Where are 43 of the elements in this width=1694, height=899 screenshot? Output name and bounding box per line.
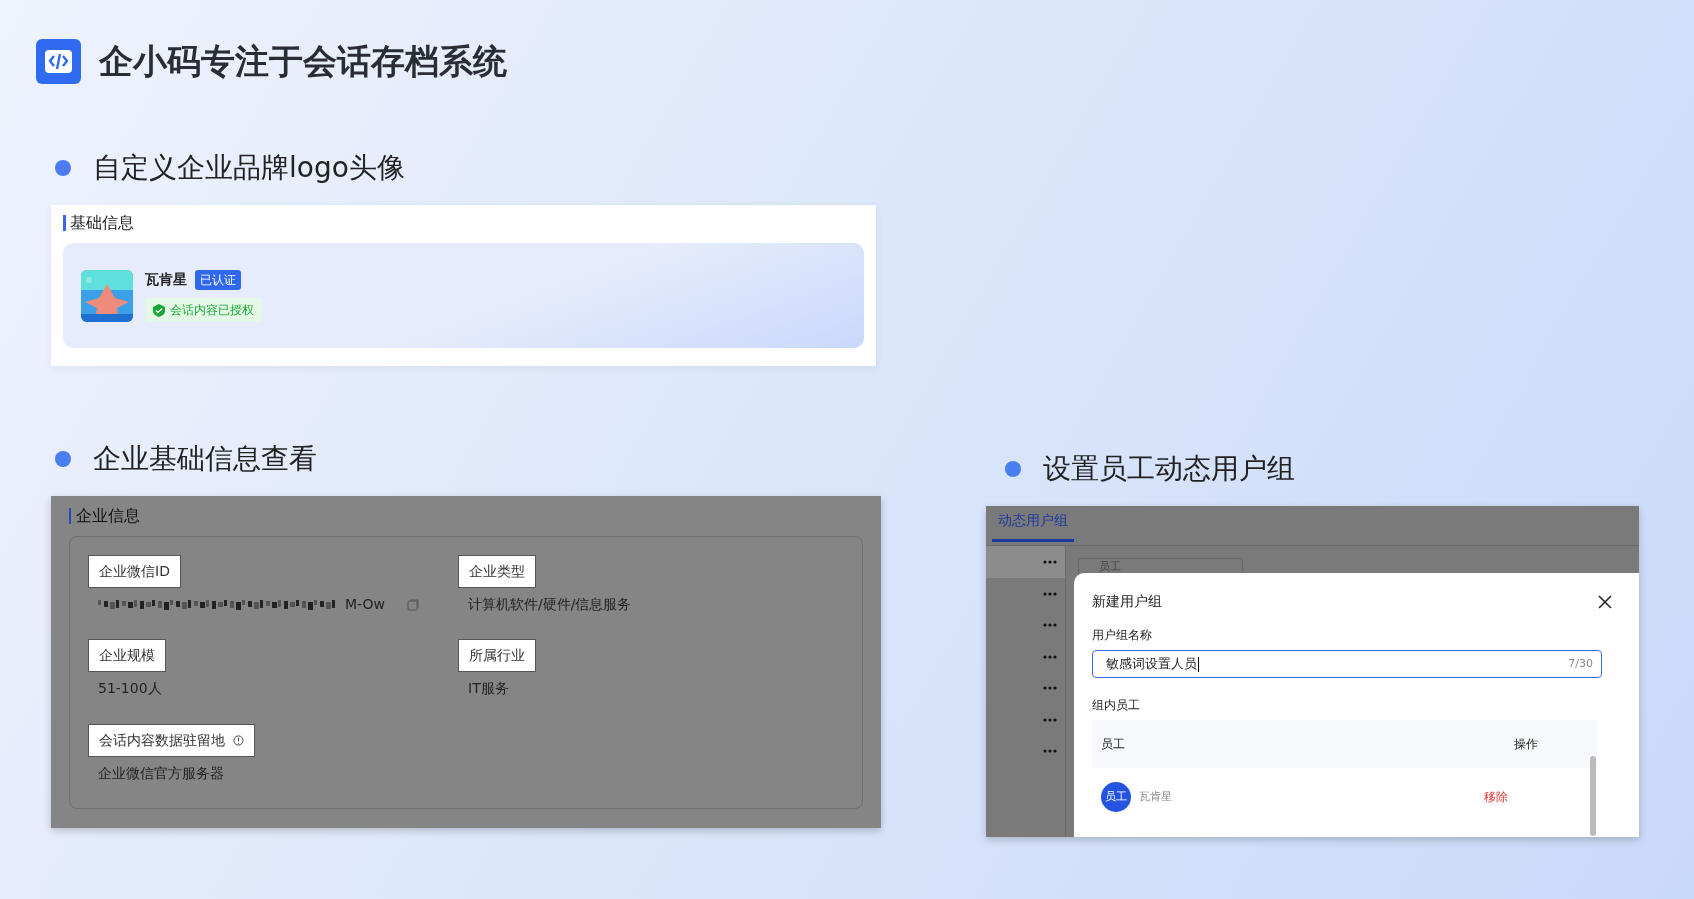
close-icon[interactable]: [1598, 594, 1612, 609]
field-value: 51-100人: [98, 679, 162, 699]
column-header: 操作: [1514, 736, 1538, 753]
verified-badge: 已认证: [195, 269, 241, 290]
field-value: 企业微信官方服务器: [98, 763, 224, 783]
section-heading: 企业基础信息查看: [93, 441, 317, 477]
field-label: 企业规模: [88, 639, 166, 673]
field-value: 计算机软件/硬件/信息服务: [468, 595, 632, 614]
column-header: 员工: [1101, 736, 1125, 753]
more-icon[interactable]: [1043, 560, 1057, 564]
logo-icon: [36, 39, 81, 84]
bullet-icon: [55, 451, 71, 467]
employee-name: 瓦肯星: [1139, 788, 1172, 805]
more-icon[interactable]: [1043, 623, 1057, 627]
more-icon[interactable]: [1043, 749, 1057, 753]
auth-status-tag: 会话内容已授权: [145, 298, 262, 322]
field-value: M-Ow: [345, 595, 385, 614]
avatar: 员工: [1101, 782, 1131, 812]
field-label: 组内员工: [1092, 697, 1141, 714]
dialog-title: 新建用户组: [1092, 592, 1162, 611]
bullet-icon: [55, 160, 71, 176]
page-title: 企小码专注于会话存档系统: [99, 40, 507, 83]
tab[interactable]: 动态用户组: [992, 506, 1074, 542]
company-name: 瓦肯星: [145, 270, 187, 289]
remove-link[interactable]: 移除: [1484, 788, 1508, 806]
shield-check-icon: [153, 303, 165, 317]
panel-title: 企业信息: [69, 508, 863, 524]
field-label: 企业类型: [458, 555, 536, 588]
field-value: IT服务: [468, 679, 509, 699]
more-icon[interactable]: [1043, 717, 1057, 722]
field-label: 所属行业: [458, 639, 536, 673]
more-icon[interactable]: [1043, 686, 1057, 690]
bullet-icon: [1005, 461, 1021, 477]
input-field[interactable]: 敏感词设置人员 7/30: [1092, 650, 1602, 678]
panel-title: 基础信息: [63, 215, 864, 231]
field-label: 用户组名称: [1092, 627, 1153, 644]
more-icon[interactable]: [1043, 654, 1057, 659]
scrollbar[interactable]: [1590, 756, 1596, 836]
section-heading: 设置员工动态用户组: [1043, 451, 1295, 487]
field-label: 会话内容数据驻留地: [88, 723, 255, 757]
field-label: 企业微信ID: [88, 555, 181, 588]
section-heading: 自定义企业品牌logo头像: [93, 150, 405, 186]
more-icon[interactable]: [1043, 591, 1057, 596]
